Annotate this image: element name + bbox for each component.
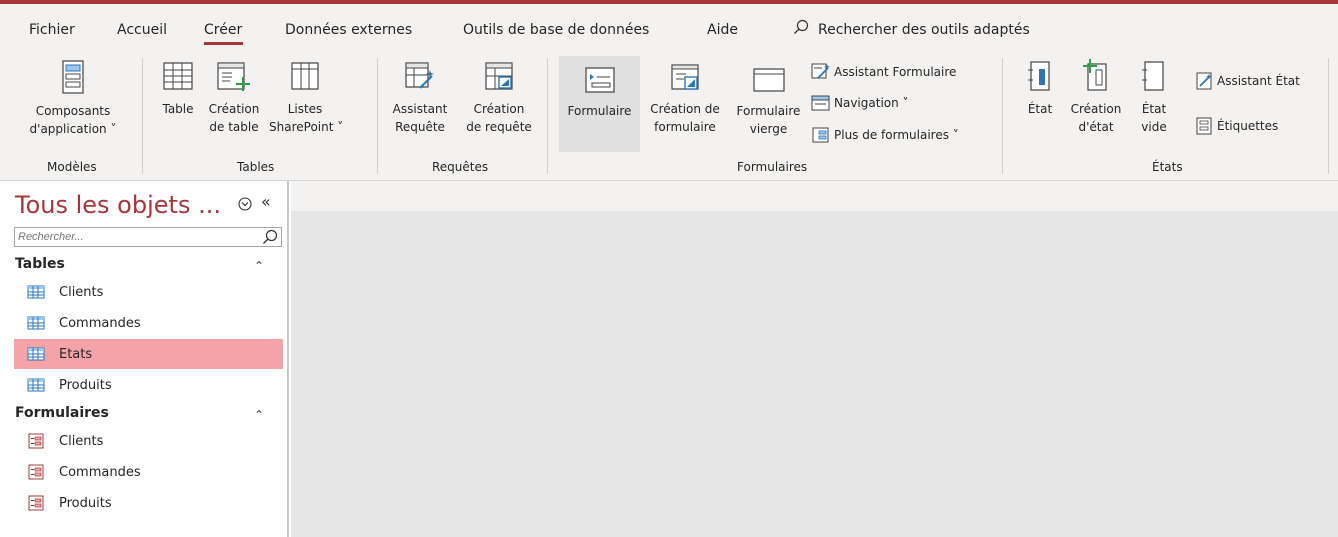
tab-aide[interactable]: Aide [707,22,738,38]
search-icon[interactable] [793,19,809,35]
assistant-requete-button[interactable]: Assistant Requête [389,56,451,136]
nav-search-box [14,227,282,247]
table-icon [27,378,45,392]
category-tables[interactable]: Tables [15,256,65,272]
listes-sharepoint-button[interactable]: Listes SharePoint ˅ [269,56,343,136]
blank-report-icon [1142,61,1164,91]
nav-item-table-produits[interactable]: Produits [14,370,283,400]
creation-requete-button[interactable]: Création de requête [461,56,537,136]
blank-form-icon [752,68,785,92]
creation-formulaire-button[interactable]: Création de formulaire [641,56,729,136]
table-icon [27,316,45,330]
application-parts-icon [62,60,84,94]
form-wizard-icon [811,63,830,79]
tab-fichier[interactable]: Fichier [29,22,75,38]
form-icon [584,67,615,93]
nav-item-table-commandes[interactable]: Commandes [14,308,283,338]
navigation-form-icon [811,95,830,111]
nav-item-table-etats[interactable]: Etats [14,339,283,369]
group-separator [142,58,143,174]
search-icon[interactable] [262,229,278,245]
etat-vide-button[interactable]: État vide [1131,56,1177,136]
report-icon [1028,61,1050,91]
group-separator [1328,58,1329,174]
assistant-etat-button[interactable]: Assistant État [1194,72,1300,90]
nav-item-form-clients[interactable]: Clients [14,426,283,456]
group-label-tables: Tables [237,160,275,174]
navigation-button[interactable]: Navigation ˅ [811,94,909,112]
table-icon [27,285,45,299]
ribbon-tab-bar: Fichier Accueil Créer Données externes O… [0,4,1338,48]
labels-icon [1196,117,1212,135]
query-wizard-icon [405,62,434,89]
table-icon [163,62,193,90]
more-forms-icon [812,127,829,143]
tab-creer[interactable]: Créer [204,22,242,38]
creation-etat-button[interactable]: Création d'état [1068,56,1124,136]
table-icon [27,347,45,361]
nav-pane-title[interactable]: Tous les objets ... [15,191,221,219]
collapse-group-icon[interactable]: ⌃ [254,408,264,422]
group-label-formulaires: Formulaires [737,160,808,174]
nav-item-table-clients[interactable]: Clients [14,277,283,307]
active-tab-indicator [204,42,243,45]
formulaire-vierge-button[interactable]: Formulaire vierge [731,56,806,138]
group-separator [547,58,548,174]
search-tools-field[interactable]: Rechercher des outils adaptés [818,22,1030,38]
sharepoint-list-icon [291,62,319,90]
form-icon [28,495,44,511]
tab-donnees-externes[interactable]: Données externes [285,22,412,38]
table-design-icon [217,62,250,91]
group-label-modeles: Modèles [47,160,97,174]
document-workspace [291,181,1338,537]
group-separator [1002,58,1003,174]
group-label-etats: États [1152,160,1183,174]
document-tab-strip [291,181,1338,211]
query-design-icon [485,62,513,90]
nav-item-form-commandes[interactable]: Commandes [14,457,283,487]
category-formulaires[interactable]: Formulaires [15,405,109,421]
plus-formulaires-button[interactable]: Plus de formulaires ˅ [811,126,959,144]
ribbon: Composants d'application ˅ Modèles Table… [0,48,1338,181]
tab-accueil[interactable]: Accueil [117,22,167,38]
nav-menu-dropdown-icon[interactable] [238,197,252,211]
formulaire-button[interactable]: Formulaire [559,56,640,152]
report-wizard-icon [1196,72,1212,90]
creation-table-button[interactable]: Création de table [204,56,264,136]
table-button[interactable]: Table [155,56,201,118]
group-label-requetes: Requêtes [432,160,489,174]
collapse-group-icon[interactable]: ⌃ [254,259,264,273]
report-design-icon [1083,59,1107,91]
tab-outils-base-de-donnees[interactable]: Outils de base de données [463,22,649,38]
form-icon [28,433,44,449]
form-design-icon [671,64,699,90]
group-separator [377,58,378,174]
composants-application-button[interactable]: Composants d'application ˅ [18,56,128,138]
etat-button[interactable]: État [1020,56,1060,118]
navigation-pane: Tous les objets ... « Tables ⌃ Clients C… [0,181,289,537]
form-icon [28,464,44,480]
collapse-pane-icon[interactable]: « [261,192,271,211]
etiquettes-button[interactable]: Étiquettes [1194,117,1278,135]
nav-search-input[interactable] [15,228,255,246]
nav-item-form-produits[interactable]: Produits [14,488,283,518]
assistant-formulaire-button[interactable]: Assistant Formulaire [811,63,956,81]
